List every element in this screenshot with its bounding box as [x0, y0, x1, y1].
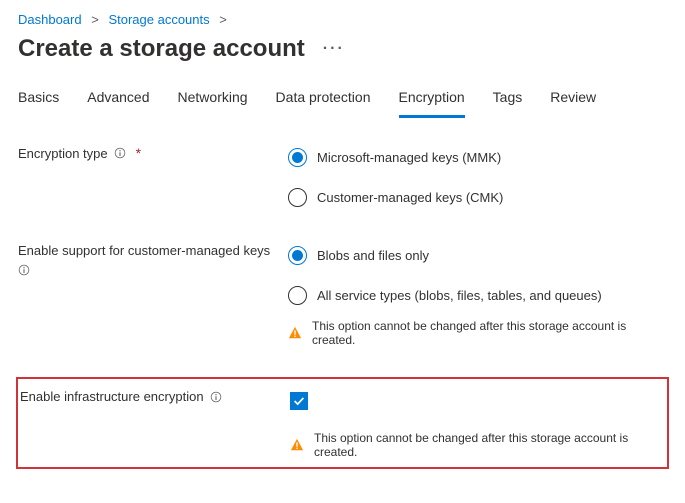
highlight-infra-encryption: Enable infrastructure encryption This op…: [16, 377, 669, 469]
chevron-right-icon: >: [91, 12, 99, 27]
radio-label-blobs-files: Blobs and files only: [317, 248, 429, 263]
tab-encryption[interactable]: Encryption: [399, 83, 465, 118]
radio-blobs-files[interactable]: [288, 246, 307, 265]
radio-label-all-services: All service types (blobs, files, tables,…: [317, 288, 602, 303]
breadcrumb: Dashboard > Storage accounts >: [18, 10, 667, 31]
info-icon[interactable]: [210, 391, 222, 403]
page-title: Create a storage account: [18, 35, 305, 63]
info-icon[interactable]: [18, 264, 30, 276]
label-encryption-type: Encryption type: [18, 146, 108, 161]
warning-icon: [290, 438, 304, 452]
warning-icon: [288, 326, 302, 340]
page-title-row: Create a storage account ···: [18, 35, 667, 63]
radio-all-services[interactable]: [288, 286, 307, 305]
info-icon[interactable]: [114, 147, 126, 159]
tab-data-protection[interactable]: Data protection: [276, 83, 371, 118]
field-encryption-type: Encryption type * Microsoft-managed keys…: [18, 143, 667, 211]
label-cmk-support: Enable support for customer-managed keys: [18, 243, 270, 258]
tab-review[interactable]: Review: [550, 83, 596, 118]
breadcrumb-link-dashboard[interactable]: Dashboard: [18, 12, 82, 27]
breadcrumb-link-storage-accounts[interactable]: Storage accounts: [108, 12, 209, 27]
chevron-right-icon: >: [219, 12, 227, 27]
warning-infra-encryption: This option cannot be changed after this…: [314, 431, 665, 459]
field-cmk-support: Enable support for customer-managed keys…: [18, 241, 667, 347]
tab-tags[interactable]: Tags: [493, 83, 523, 118]
more-actions-icon[interactable]: ···: [323, 40, 345, 58]
tab-advanced[interactable]: Advanced: [87, 83, 149, 118]
radio-cmk[interactable]: [288, 188, 307, 207]
radio-label-mmk: Microsoft-managed keys (MMK): [317, 150, 501, 165]
tab-networking[interactable]: Networking: [178, 83, 248, 118]
radio-mmk[interactable]: [288, 148, 307, 167]
required-indicator: *: [136, 145, 141, 161]
field-infra-encryption: Enable infrastructure encryption This op…: [20, 387, 665, 459]
label-infra-encryption: Enable infrastructure encryption: [20, 389, 204, 404]
checkbox-infra-encryption[interactable]: [290, 392, 308, 410]
tab-bar: Basics Advanced Networking Data protecti…: [18, 83, 667, 119]
warning-cmk-support: This option cannot be changed after this…: [312, 319, 667, 347]
radio-label-cmk: Customer-managed keys (CMK): [317, 190, 503, 205]
tab-basics[interactable]: Basics: [18, 83, 59, 118]
